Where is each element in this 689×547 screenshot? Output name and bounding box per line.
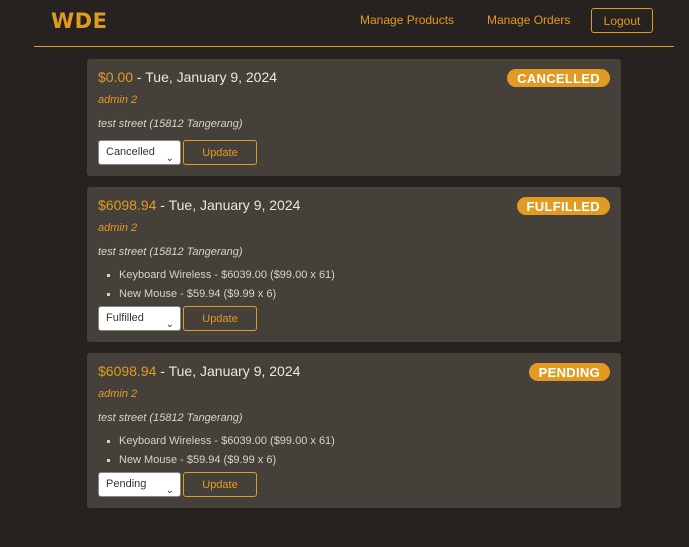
list-item: New Mouse - $59.94 ($9.99 x 6) [119,287,610,306]
brand-logo[interactable]: WDE [51,9,107,33]
status-select-value: Pending [106,478,147,490]
status-badge: FULFILLED [516,197,610,215]
chevron-down-icon: ⌄ [165,485,174,496]
status-select-value: Fulfilled [106,312,144,324]
order-controls: Fulfilled ⌄ Update [98,306,610,331]
update-button[interactable]: Update [183,140,257,165]
nav-divider [34,46,674,47]
order-controls: Cancelled ⌄ Update [98,140,610,165]
update-button[interactable]: Update [183,472,257,497]
customer-name: admin 2 [98,222,138,234]
order-card: $6098.94 - Tue, January 9, 2024 FULFILLE… [87,187,621,342]
order-total: $6098.94 [98,363,157,379]
shipping-address: test street (15812 Tangerang) [98,246,243,258]
chevron-down-icon: ⌄ [165,153,174,164]
shipping-address: test street (15812 Tangerang) [98,412,243,424]
status-select-value: Cancelled [106,146,155,158]
order-card: $6098.94 - Tue, January 9, 2024 PENDING … [87,353,621,508]
update-button[interactable]: Update [183,306,257,331]
customer-name: admin 2 [98,94,138,106]
order-separator: - [156,197,169,213]
orders-list: $0.00 - Tue, January 9, 2024 CANCELLED a… [87,59,621,519]
nav-manage-products[interactable]: Manage Products [360,13,454,27]
order-header: $6098.94 - Tue, January 9, 2024 FULFILLE… [98,197,610,219]
status-badge: PENDING [528,363,610,381]
order-date: Tue, January 9, 2024 [168,197,301,213]
logout-button[interactable]: Logout [591,8,653,33]
order-controls: Pending ⌄ Update [98,472,610,497]
shipping-address: test street (15812 Tangerang) [98,118,243,130]
order-date: Tue, January 9, 2024 [145,69,278,85]
customer-name: admin 2 [98,388,138,400]
order-total: $0.00 [98,69,134,85]
status-select[interactable]: Fulfilled ⌄ [98,306,181,331]
order-separator: - [156,363,169,379]
order-header: $6098.94 - Tue, January 9, 2024 PENDING [98,363,610,385]
order-date: Tue, January 9, 2024 [168,363,301,379]
nav-manage-orders[interactable]: Manage Orders [487,13,570,27]
order-total: $6098.94 [98,197,157,213]
list-item: New Mouse - $59.94 ($9.99 x 6) [119,453,610,472]
order-separator: - [133,69,146,85]
order-items: Keyboard Wireless - $6039.00 ($99.00 x 6… [98,434,610,472]
chevron-down-icon: ⌄ [165,319,174,330]
navbar: WDE Manage Products Manage Orders Logout [0,0,689,46]
status-badge: CANCELLED [507,69,610,87]
status-select[interactable]: Pending ⌄ [98,472,181,497]
list-item: Keyboard Wireless - $6039.00 ($99.00 x 6… [119,434,610,453]
list-item: Keyboard Wireless - $6039.00 ($99.00 x 6… [119,268,610,287]
order-items: Keyboard Wireless - $6039.00 ($99.00 x 6… [98,268,610,306]
status-select[interactable]: Cancelled ⌄ [98,140,181,165]
order-header: $0.00 - Tue, January 9, 2024 CANCELLED [98,69,610,91]
order-card: $0.00 - Tue, January 9, 2024 CANCELLED a… [87,59,621,176]
